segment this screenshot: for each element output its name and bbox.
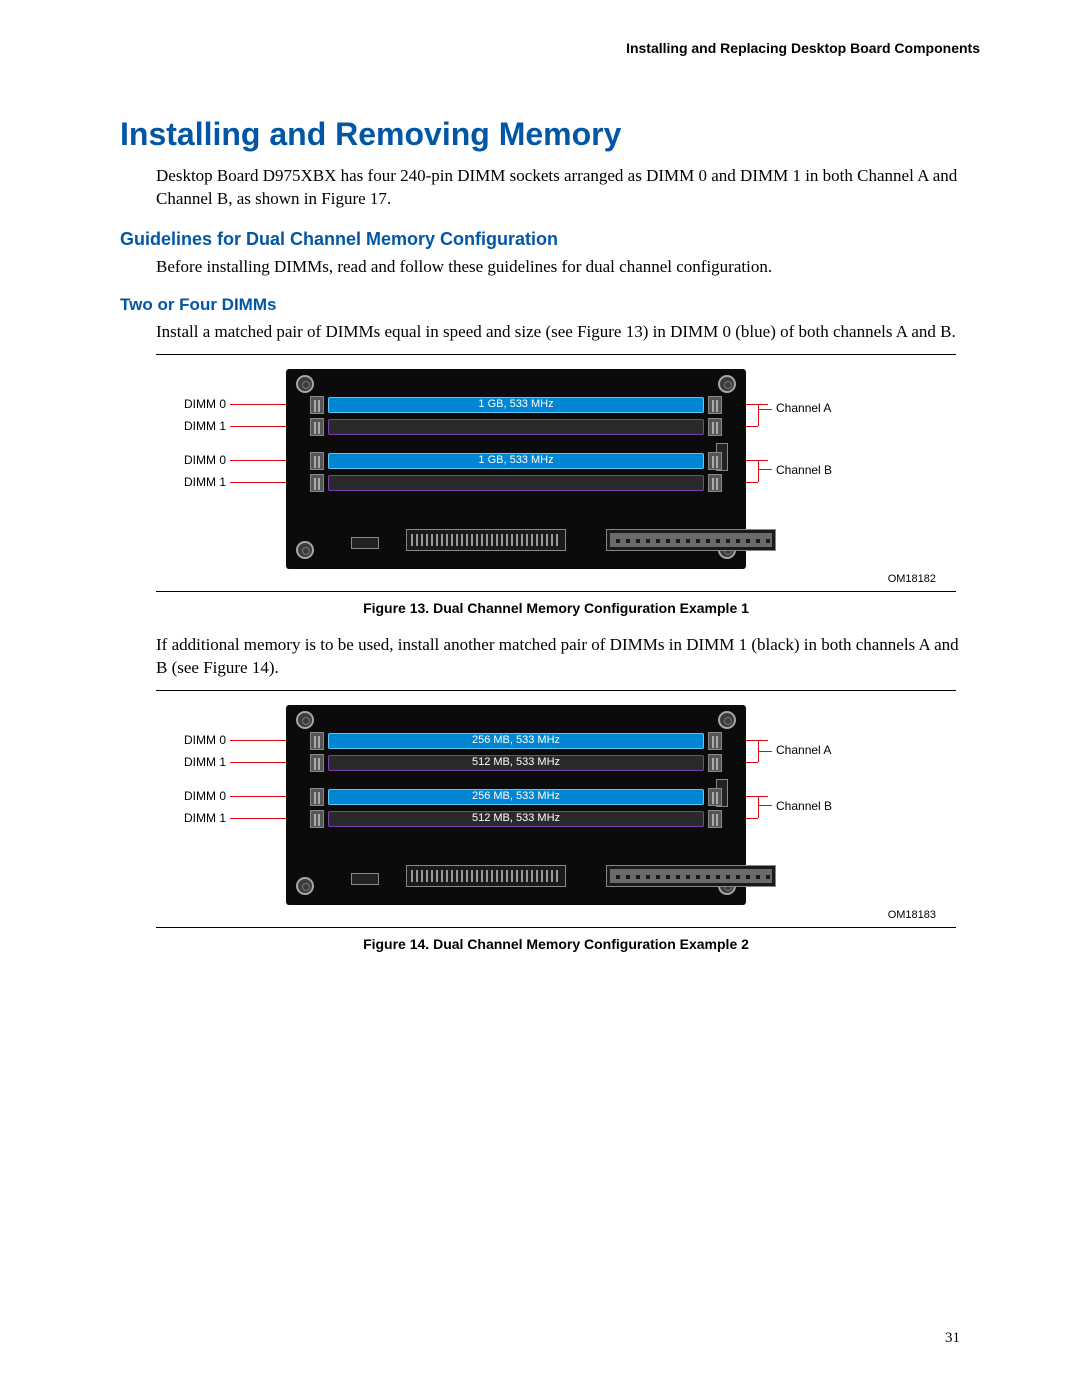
screw-icon [296, 711, 314, 729]
connector-row [406, 529, 706, 555]
section-heading-two-or-four: Two or Four DIMMs [120, 295, 960, 315]
connector-icon [606, 865, 776, 887]
screw-icon [296, 877, 314, 895]
channel-label: Channel B [776, 799, 856, 813]
dimm-text: 512 MB, 533 MHz [316, 756, 716, 768]
figure-caption: Figure 14. Dual Channel Memory Configura… [156, 936, 956, 952]
diagram-id: OM18182 [156, 573, 936, 585]
dimm-slot: 256 MB, 533 MHz [316, 789, 716, 805]
figure-caption: Figure 13. Dual Channel Memory Configura… [156, 600, 956, 616]
connector-icon [351, 537, 379, 549]
figure-rule-bottom [156, 927, 956, 928]
screw-icon [718, 711, 736, 729]
dimm-text: 1 GB, 533 MHz [316, 398, 716, 410]
connector-icon [406, 865, 566, 887]
section-heading-guidelines: Guidelines for Dual Channel Memory Confi… [120, 229, 960, 250]
dimm-label: DIMM 0 [176, 733, 226, 747]
board-diagram-2: DIMM 0 DIMM 1 DIMM 0 DIMM 1 Channel A Ch… [176, 705, 936, 905]
running-header: Installing and Replacing Desktop Board C… [120, 40, 980, 56]
intro-paragraph: Desktop Board D975XBX has four 240-pin D… [156, 165, 960, 211]
dimm-label: DIMM 1 [176, 755, 226, 769]
dimm-slot [316, 419, 716, 435]
dimm-label: DIMM 1 [176, 811, 226, 825]
dimm-label: DIMM 1 [176, 419, 226, 433]
connector-row [406, 865, 706, 891]
board-diagram-1: DIMM 0 DIMM 1 DIMM 0 DIMM 1 Channel A Ch… [176, 369, 936, 569]
page: Installing and Replacing Desktop Board C… [0, 0, 1080, 1397]
board-pcb: 256 MB, 533 MHz 512 MB, 533 MHz 256 MB, … [286, 705, 746, 905]
dimm-slot: 1 GB, 533 MHz [316, 453, 716, 469]
screw-icon [718, 375, 736, 393]
connector-icon [606, 529, 776, 551]
channel-label: Channel A [776, 401, 856, 415]
connector-icon [406, 529, 566, 551]
dimm-label: DIMM 1 [176, 475, 226, 489]
screw-icon [296, 541, 314, 559]
dimm-label: DIMM 0 [176, 789, 226, 803]
guidelines-paragraph: Before installing DIMMs, read and follow… [156, 256, 960, 279]
page-title: Installing and Removing Memory [120, 116, 960, 153]
board-pcb: 1 GB, 533 MHz 1 GB, 533 MHz [286, 369, 746, 569]
dimm-text: 512 MB, 533 MHz [316, 812, 716, 824]
channel-label: Channel A [776, 743, 856, 757]
screw-icon [296, 375, 314, 393]
dimm-label: DIMM 0 [176, 453, 226, 467]
dimm-slot: 512 MB, 533 MHz [316, 811, 716, 827]
figure-rule-top [156, 354, 956, 355]
figure-rule-bottom [156, 591, 956, 592]
dimm-label: DIMM 0 [176, 397, 226, 411]
two-or-four-paragraph-1: Install a matched pair of DIMMs equal in… [156, 321, 960, 344]
figure-rule-top [156, 690, 956, 691]
dimm-slot [316, 475, 716, 491]
figure-13: DIMM 0 DIMM 1 DIMM 0 DIMM 1 Channel A Ch… [156, 354, 956, 616]
dimm-text: 256 MB, 533 MHz [316, 790, 716, 802]
page-number: 31 [945, 1330, 960, 1347]
dimm-slot: 512 MB, 533 MHz [316, 755, 716, 771]
connector-icon [351, 873, 379, 885]
figure-14: DIMM 0 DIMM 1 DIMM 0 DIMM 1 Channel A Ch… [156, 690, 956, 952]
dimm-text: 1 GB, 533 MHz [316, 454, 716, 466]
channel-label: Channel B [776, 463, 856, 477]
dimm-text: 256 MB, 533 MHz [316, 734, 716, 746]
diagram-id: OM18183 [156, 909, 936, 921]
dimm-slot: 1 GB, 533 MHz [316, 397, 716, 413]
dimm-slot: 256 MB, 533 MHz [316, 733, 716, 749]
two-or-four-paragraph-2: If additional memory is to be used, inst… [156, 634, 960, 680]
